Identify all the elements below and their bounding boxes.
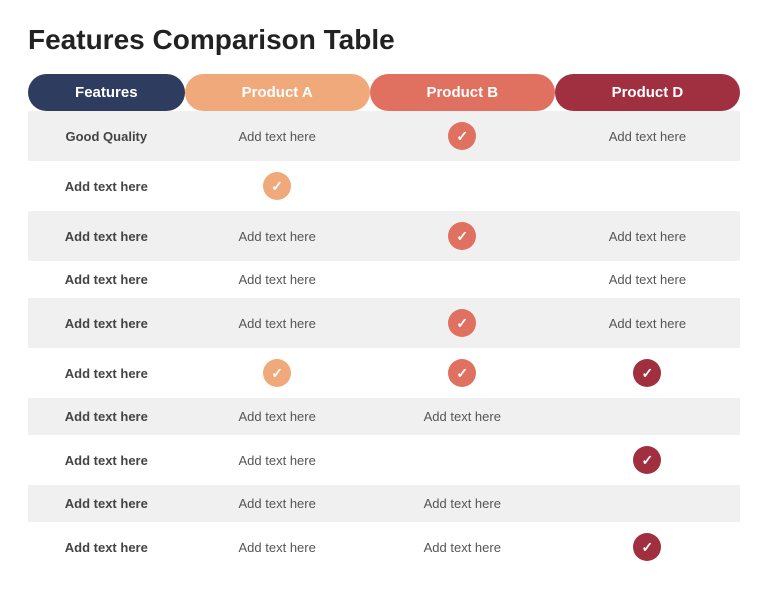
cell-text: Add text here [424, 540, 501, 555]
cell-a: Add text here [185, 522, 370, 572]
cell-text: Add text here [424, 496, 501, 511]
feature-label: Add text here [28, 485, 185, 522]
table-row: Add text here Add text here ✓ Add text h… [28, 211, 740, 261]
check-icon: ✓ [448, 122, 476, 150]
cell-d: Add text here [555, 211, 740, 261]
feature-label: Add text here [28, 398, 185, 435]
check-icon: ✓ [263, 172, 291, 200]
cell-a: Add text here [185, 435, 370, 485]
header-features: Features [28, 74, 185, 111]
cell-d [555, 161, 740, 211]
comparison-table: Features Product A Product B Product D G… [28, 74, 740, 572]
cell-b: ✓ [370, 211, 555, 261]
check-icon: ✓ [633, 446, 661, 474]
feature-label: Add text here [28, 211, 185, 261]
feature-label: Good Quality [28, 111, 185, 161]
cell-b [370, 261, 555, 298]
cell-d: Add text here [555, 298, 740, 348]
cell-text: Add text here [239, 129, 316, 144]
table-row: Good Quality Add text here ✓ Add text he… [28, 111, 740, 161]
cell-d: Add text here [555, 111, 740, 161]
cell-d: ✓ [555, 435, 740, 485]
table-row: Add text here Add text here Add text her… [28, 398, 740, 435]
cell-b: Add text here [370, 398, 555, 435]
cell-b [370, 161, 555, 211]
feature-label: Add text here [28, 261, 185, 298]
cell-d [555, 485, 740, 522]
check-icon: ✓ [448, 359, 476, 387]
feature-label: Add text here [28, 435, 185, 485]
cell-text: Add text here [609, 229, 686, 244]
feature-label: Add text here [28, 298, 185, 348]
cell-d: Add text here [555, 261, 740, 298]
cell-a: Add text here [185, 111, 370, 161]
table-row: Add text here Add text here ✓ Add text h… [28, 298, 740, 348]
cell-a: Add text here [185, 211, 370, 261]
table-row: Add text here Add text here Add text her… [28, 485, 740, 522]
cell-text: Add text here [424, 409, 501, 424]
cell-b: Add text here [370, 485, 555, 522]
feature-label: Add text here [28, 522, 185, 572]
cell-a: Add text here [185, 398, 370, 435]
table-row: Add text here Add text here ✓ [28, 435, 740, 485]
table-row: Add text here Add text here Add text her… [28, 522, 740, 572]
cell-b: ✓ [370, 298, 555, 348]
cell-d: ✓ [555, 522, 740, 572]
header-product-a: Product A [185, 74, 370, 111]
cell-text: Add text here [239, 229, 316, 244]
header-product-d: Product D [555, 74, 740, 111]
cell-text: Add text here [239, 272, 316, 287]
cell-b [370, 435, 555, 485]
cell-text: Add text here [239, 453, 316, 468]
table-row: Add text here ✓ ✓ ✓ [28, 348, 740, 398]
cell-a: Add text here [185, 485, 370, 522]
feature-label: Add text here [28, 348, 185, 398]
cell-text: Add text here [239, 409, 316, 424]
cell-a: ✓ [185, 348, 370, 398]
table-row: Add text here ✓ [28, 161, 740, 211]
cell-b: ✓ [370, 348, 555, 398]
cell-text: Add text here [239, 496, 316, 511]
check-icon: ✓ [633, 359, 661, 387]
header-product-b: Product B [370, 74, 555, 111]
check-icon: ✓ [263, 359, 291, 387]
check-icon: ✓ [633, 533, 661, 561]
check-icon: ✓ [448, 309, 476, 337]
cell-b: Add text here [370, 522, 555, 572]
cell-a: Add text here [185, 298, 370, 348]
cell-text: Add text here [239, 316, 316, 331]
page-title: Features Comparison Table [28, 24, 740, 56]
cell-text: Add text here [239, 540, 316, 555]
cell-b: ✓ [370, 111, 555, 161]
cell-text: Add text here [609, 316, 686, 331]
cell-text: Add text here [609, 129, 686, 144]
cell-d [555, 398, 740, 435]
table-row: Add text here Add text here Add text her… [28, 261, 740, 298]
check-icon: ✓ [448, 222, 476, 250]
feature-label: Add text here [28, 161, 185, 211]
cell-d: ✓ [555, 348, 740, 398]
cell-text: Add text here [609, 272, 686, 287]
cell-a: ✓ [185, 161, 370, 211]
cell-a: Add text here [185, 261, 370, 298]
